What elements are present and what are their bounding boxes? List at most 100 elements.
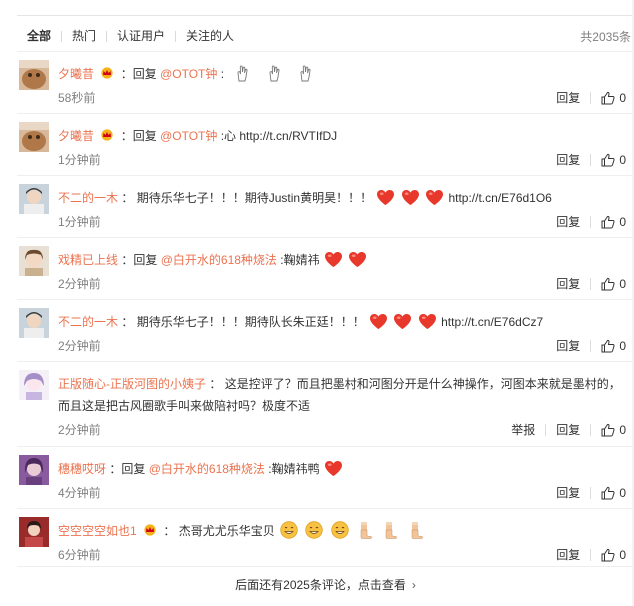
username-link[interactable]: 空空空空如也1: [58, 524, 137, 538]
comment-text: :鞠婧祎: [280, 253, 320, 267]
tab-hot[interactable]: 热门: [62, 29, 106, 43]
comment-content: 正版随心-正版河图的小姨子 ： 这是控评了？而且把墨村和河图分开是什么神操作，河…: [58, 373, 624, 417]
action-divider: [590, 486, 592, 499]
thumbs-up-icon: [601, 153, 615, 167]
like-count: 0: [619, 214, 626, 229]
action-divider: [590, 548, 592, 561]
username-link[interactable]: 穗穗哎呀: [58, 462, 106, 476]
action-divider: [590, 153, 592, 166]
avatar[interactable]: [19, 455, 49, 485]
comment-prefix: ：: [121, 191, 134, 205]
like-button[interactable]: 0: [601, 215, 626, 229]
comment-text: :鞠婧祎鸭: [268, 462, 320, 476]
mention-link[interactable]: @白开水的618种烧法: [149, 462, 265, 476]
comment-text: 期待乐华七子！！！期待Justin黄明昊！！！: [136, 191, 373, 205]
comment-actions: 回复 0: [556, 337, 626, 354]
grin-icon: [305, 521, 323, 539]
comment-time: 2分钟前: [58, 339, 101, 353]
heart-icon: [418, 313, 437, 330]
hand-icon: [296, 64, 314, 82]
avatar[interactable]: [19, 246, 49, 276]
comment-content: 穗穗哎呀 ：回复 @白开水的618种烧法 :鞠婧祎鸭: [58, 458, 624, 480]
action-divider: [545, 423, 547, 436]
reply-button[interactable]: 回复: [556, 89, 580, 106]
comment-actions: 回复 0: [556, 546, 626, 563]
username-link[interactable]: 正版随心-正版河图的小姨子: [58, 377, 206, 391]
heart-icon: [369, 313, 388, 330]
comment-prefix: ：回复: [109, 462, 146, 476]
reply-button[interactable]: 回复: [556, 151, 580, 168]
comment-actions: 回复 0: [556, 484, 626, 501]
tab-all[interactable]: 全部: [17, 29, 61, 43]
comment-content: 夕曦昔 ：回复 @OTOT钟 :: [58, 63, 624, 85]
like-button[interactable]: 0: [601, 423, 626, 437]
heart-icon: [324, 460, 343, 477]
grin-icon: [331, 521, 349, 539]
mention-link[interactable]: @白开水的618种烧法: [161, 253, 277, 267]
action-divider: [590, 215, 592, 228]
username-link[interactable]: 夕曦昔: [58, 129, 94, 143]
comment-text: :: [220, 67, 225, 81]
chevron-right-icon: ›: [411, 578, 416, 592]
thumbs-up-icon: [601, 339, 615, 353]
reply-button[interactable]: 回复: [556, 275, 580, 292]
reply-button[interactable]: 回复: [556, 213, 580, 230]
avatar[interactable]: [19, 308, 49, 338]
reply-button[interactable]: 回复: [556, 546, 580, 563]
mention-link[interactable]: @OTOT钟: [160, 129, 217, 143]
username-link[interactable]: 不二的一木: [58, 191, 118, 205]
short-url-link[interactable]: http://t.cn/RVTIfDJ: [239, 129, 337, 143]
username-link[interactable]: 夕曦昔: [58, 67, 94, 81]
comment-time: 4分钟前: [58, 486, 101, 500]
like-button[interactable]: 0: [601, 91, 626, 105]
comment-list: 夕曦昔 ：回复 @OTOT钟 : 58秒前 回复 0 夕曦昔 ：回复 @OTOT…: [17, 51, 634, 570]
comment-text-continued: 而且这是把古风圈歌手叫来做陪衬吗？极度不适: [58, 399, 311, 413]
comment-actions: 回复 0: [556, 275, 626, 292]
avatar[interactable]: [19, 122, 49, 152]
username-link[interactable]: 不二的一木: [58, 315, 118, 329]
action-divider: [590, 423, 592, 436]
avatar[interactable]: [19, 184, 49, 214]
avatar[interactable]: [19, 517, 49, 547]
like-count: 0: [619, 338, 626, 353]
like-button[interactable]: 0: [601, 486, 626, 500]
username-link[interactable]: 戏精已上线: [58, 253, 118, 267]
comment-item: 不二的一木 ： 期待乐华七子！！！期待Justin黄明昊！！！ http://t…: [17, 175, 634, 237]
like-button[interactable]: 0: [601, 339, 626, 353]
short-url-link[interactable]: http://t.cn/E76d1O6: [448, 191, 551, 205]
comment-item: 戏精已上线 ：回复 @白开水的618种烧法 :鞠婧祎 2分钟前 回复 0: [17, 237, 634, 299]
reply-button[interactable]: 回复: [556, 421, 580, 438]
comment-item: 夕曦昔 ：回复 @OTOT钟 : 58秒前 回复 0: [17, 51, 634, 113]
reply-button[interactable]: 回复: [556, 337, 580, 354]
heart-icon: [324, 251, 343, 268]
report-button[interactable]: 举报: [511, 421, 535, 438]
like-button[interactable]: 0: [601, 277, 626, 291]
load-more-comments-link[interactable]: 后面还有2025条评论，点击查看 ›: [17, 566, 634, 602]
comment-item: 穗穗哎呀 ：回复 @白开水的618种烧法 :鞠婧祎鸭 4分钟前 回复 0: [17, 446, 634, 508]
reply-button[interactable]: 回复: [556, 484, 580, 501]
like-button[interactable]: 0: [601, 548, 626, 562]
heart-icon: [348, 251, 367, 268]
thumbs-up-icon: [601, 548, 615, 562]
tab-verified-users[interactable]: 认证用户: [107, 29, 175, 43]
heart-icon: [401, 189, 420, 206]
crown-icon: [99, 67, 115, 79]
short-url-link[interactable]: http://t.cn/E76dCz7: [441, 315, 543, 329]
comment-text: 杰哥尤尤乐华宝贝: [178, 524, 275, 538]
like-button[interactable]: 0: [601, 153, 626, 167]
like-count: 0: [619, 90, 626, 105]
avatar[interactable]: [19, 370, 49, 400]
like-count: 0: [619, 276, 626, 291]
mention-link[interactable]: @OTOT钟: [160, 67, 217, 81]
comment-content: 不二的一木 ： 期待乐华七子！！！期待Justin黄明昊！！！ http://t…: [58, 187, 624, 209]
crown-icon: [99, 129, 115, 141]
comment-text: 期待乐华七子！！！期待队长朱正廷！！！: [136, 315, 365, 329]
tab-following[interactable]: 关注的人: [176, 29, 244, 43]
like-count: 0: [619, 547, 626, 562]
thumb-icon: [381, 521, 399, 539]
thumb-icon: [356, 521, 374, 539]
thumbs-up-icon: [601, 423, 615, 437]
comment-time: 1分钟前: [58, 215, 101, 229]
comment-prefix: ：回复: [121, 253, 158, 267]
avatar[interactable]: [19, 60, 49, 90]
